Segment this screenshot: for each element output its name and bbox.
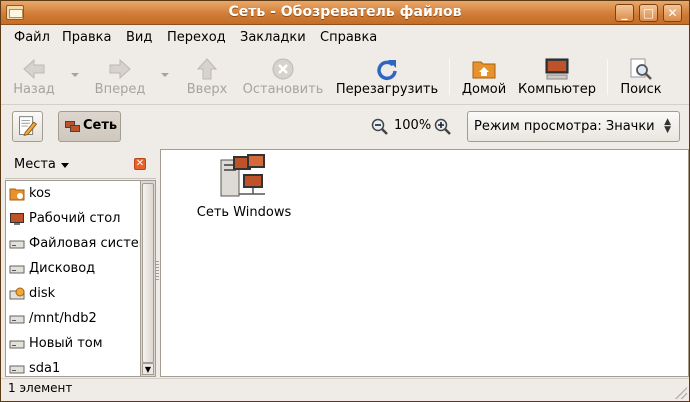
scroll-down-arrow-icon[interactable]: ▼ [142,363,154,375]
back-history-dropdown[interactable] [71,73,79,77]
location-bar: Сеть 100% Режим просмотра: Значки ▲ ▼ [1,106,689,148]
window-resize-grip[interactable] [675,387,687,399]
toolbar: Назад Вперед Вверх Остановить Перезагруз… [1,51,689,105]
minimize-button[interactable]: _ [615,4,634,22]
file-browser-window: Сеть - Обозреватель файлов _ □ ✕ Файл Пр… [0,0,690,402]
view-mode-select[interactable]: Режим просмотра: Значки ▲ ▼ [467,111,680,142]
home-folder-icon [472,61,496,79]
zoom-out-icon[interactable] [371,118,389,136]
network-icon [220,154,265,197]
toolbar-separator [607,59,608,95]
toolbar-separator [449,59,450,95]
desktop-icon [10,213,24,225]
drive-icon [9,315,25,324]
place-item[interactable]: sda1 [6,357,140,376]
search-icon [630,58,652,80]
file-view[interactable]: Сеть Windows [160,149,689,377]
edit-location-icon [19,116,38,137]
home-button[interactable]: Домой [458,53,510,101]
menu-edit[interactable]: Правка [62,30,111,45]
status-text: 1 элемент [8,381,73,395]
status-bar: 1 элемент [1,378,689,401]
place-item[interactable]: disk [6,282,140,307]
file-item[interactable]: Сеть Windows [191,152,297,222]
pane-resize-handle[interactable] [155,261,159,281]
stop-button[interactable]: Остановить [241,53,325,101]
place-item[interactable]: /mnt/hdb2 [6,307,140,332]
menu-file[interactable]: Файл [14,30,50,45]
maximize-button[interactable]: □ [639,4,658,22]
up-arrow-icon [196,58,218,80]
place-item[interactable]: Файловая система [6,232,140,257]
place-item[interactable]: kos [6,182,140,207]
close-button[interactable]: ✕ [663,4,682,22]
back-button[interactable]: Назад [7,53,61,101]
location-toggle-button[interactable] [12,111,43,142]
network-icon [65,121,80,132]
zoom-in-icon[interactable] [434,118,452,136]
menu-go[interactable]: Переход [167,30,226,45]
forward-history-dropdown[interactable] [161,73,169,77]
updown-arrow-icon: ▲ ▼ [664,117,671,135]
drive-icon [9,265,25,274]
side-pane: Места ✕ kos Рабочий стол Файловая систе … [5,149,156,377]
stop-icon [272,58,294,80]
place-item[interactable]: Рабочий стол [6,207,140,232]
menu-help[interactable]: Справка [320,30,377,45]
forward-arrow-icon [109,58,131,80]
places-scrollbar[interactable]: ▼ [141,180,156,377]
close-pane-icon[interactable]: ✕ [134,158,146,170]
zoom-level[interactable]: 100% [394,118,431,133]
drive-icon [9,240,25,249]
menu-view[interactable]: Вид [126,30,152,45]
side-pane-selector[interactable]: Места [14,157,56,172]
computer-icon [545,58,569,80]
place-item[interactable]: Дисковод [6,257,140,282]
reload-icon [377,60,397,81]
usb-drive-icon [9,287,25,300]
menu-bar: Файл Правка Вид Переход Закладки Справка [1,26,689,50]
side-pane-header: Места ✕ [5,149,156,179]
title-bar[interactable]: Сеть - Обозреватель файлов _ □ ✕ [1,1,689,25]
window-title: Сеть - Обозреватель файлов [228,4,462,20]
drive-icon [9,340,25,349]
places-list: kos Рабочий стол Файловая система [5,180,141,377]
back-arrow-icon [23,58,45,80]
reload-button[interactable]: Перезагрузить [334,53,440,101]
chevron-down-icon[interactable] [61,163,69,168]
drive-icon [9,365,25,374]
scrollbar-thumb[interactable] [142,183,154,363]
place-item[interactable]: Новый том [6,332,140,357]
menu-bookmarks[interactable]: Закладки [240,30,306,45]
search-button[interactable]: Поиск [615,53,667,101]
forward-button[interactable]: Вперед [89,53,151,101]
computer-button[interactable]: Компьютер [516,53,598,101]
home-folder-icon [9,188,25,201]
path-button-network[interactable]: Сеть [58,111,121,142]
up-button[interactable]: Вверх [183,53,231,101]
